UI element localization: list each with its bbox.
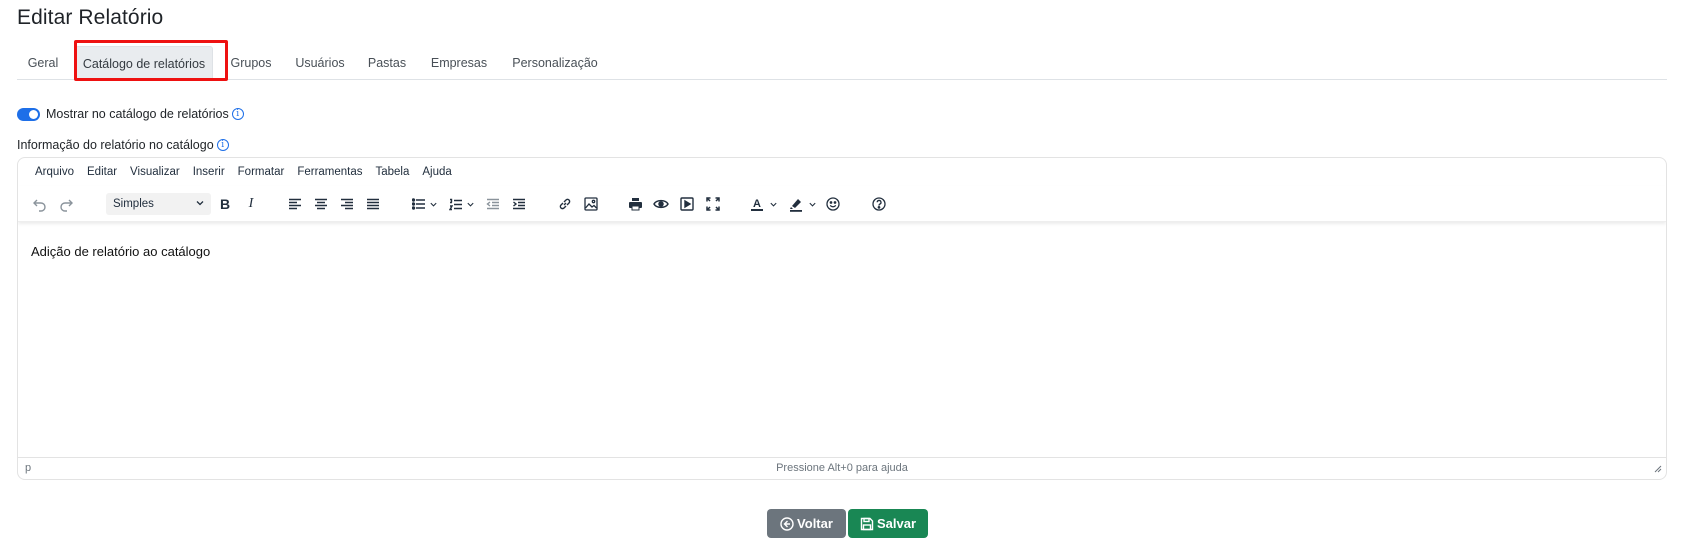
menu-arquivo[interactable]: Arquivo xyxy=(35,166,74,178)
info-icon[interactable]: i xyxy=(216,139,229,151)
chevron-down-icon[interactable] xyxy=(428,194,438,214)
tab-geral[interactable]: Geral xyxy=(17,46,69,80)
chevron-down-icon[interactable] xyxy=(768,194,778,214)
tab-grupos[interactable]: Grupos xyxy=(223,46,279,80)
save-button[interactable]: Salvar xyxy=(848,509,928,538)
align-right-icon[interactable] xyxy=(337,194,357,214)
catalog-toggle-label: Mostrar no catálogo de relatórios xyxy=(46,107,229,121)
block-format-value: Simples xyxy=(113,198,154,210)
editor-statusbar: p Pressione Alt+0 para ajuda xyxy=(18,457,1666,479)
bold-icon[interactable]: B xyxy=(215,194,235,214)
catalog-toggle-switch[interactable] xyxy=(17,107,40,121)
tab-usuarios[interactable]: Usuários xyxy=(289,46,351,80)
outdent-icon[interactable] xyxy=(483,194,503,214)
tab-catalogo-de-relatorios[interactable]: Catálogo de relatórios xyxy=(75,46,213,80)
preview-eye-icon[interactable] xyxy=(651,194,671,214)
bullet-list-icon[interactable] xyxy=(409,194,429,214)
menu-tabela[interactable]: Tabela xyxy=(376,166,410,178)
resize-handle-icon[interactable] xyxy=(1654,464,1662,476)
chevron-down-icon xyxy=(195,198,205,211)
image-icon[interactable] xyxy=(581,194,601,214)
align-center-icon[interactable] xyxy=(311,194,331,214)
arrow-left-circle-icon xyxy=(780,516,794,531)
align-left-icon[interactable] xyxy=(285,194,305,214)
print-icon[interactable] xyxy=(625,194,645,214)
help-icon[interactable] xyxy=(869,194,889,214)
editor-content-area[interactable]: Adição de relatório ao catálogo xyxy=(18,222,1666,456)
highlight-color-icon[interactable] xyxy=(786,194,806,214)
tab-pastas[interactable]: Pastas xyxy=(359,46,415,80)
italic-icon[interactable]: I xyxy=(241,194,261,214)
rich-text-editor: Arquivo Editar Visualizar Inserir Format… xyxy=(17,157,1667,480)
help-hint: Pressione Alt+0 para ajuda xyxy=(776,462,908,474)
menu-editar[interactable]: Editar xyxy=(87,166,117,178)
emoji-icon[interactable] xyxy=(823,194,843,214)
info-icon[interactable]: i xyxy=(231,108,244,120)
indent-icon[interactable] xyxy=(509,194,529,214)
back-button[interactable]: Voltar xyxy=(767,509,846,538)
menu-ferramentas[interactable]: Ferramentas xyxy=(297,166,362,178)
editor-menubar: Arquivo Editar Visualizar Inserir Format… xyxy=(18,158,1666,186)
editor-field-label: Informação do relatório no catálogo i xyxy=(17,138,229,152)
tab-empresas[interactable]: Empresas xyxy=(425,46,493,80)
editor-toolbar: Simples B I A xyxy=(18,186,1666,222)
menu-visualizar[interactable]: Visualizar xyxy=(130,166,180,178)
catalog-toggle-row: Mostrar no catálogo de relatórios i xyxy=(17,105,244,123)
block-format-select[interactable]: Simples xyxy=(106,193,211,215)
text-color-icon[interactable]: A xyxy=(747,194,767,214)
tab-personalizacao[interactable]: Personalização xyxy=(503,46,607,80)
redo-icon[interactable] xyxy=(56,194,76,214)
media-icon[interactable] xyxy=(677,194,697,214)
chevron-down-icon[interactable] xyxy=(807,194,817,214)
chevron-down-icon[interactable] xyxy=(465,194,475,214)
editor-content-paragraph[interactable]: Adição de relatório ao catálogo xyxy=(31,244,1653,259)
numbered-list-icon[interactable] xyxy=(446,194,466,214)
back-button-label: Voltar xyxy=(797,516,833,531)
editor-field-label-text: Informação do relatório no catálogo xyxy=(17,138,214,152)
link-icon[interactable] xyxy=(555,194,575,214)
save-button-label: Salvar xyxy=(876,516,917,531)
menu-ajuda[interactable]: Ajuda xyxy=(422,166,451,178)
page-title: Editar Relatório xyxy=(17,6,164,29)
menu-inserir[interactable]: Inserir xyxy=(193,166,225,178)
svg-text:A: A xyxy=(753,198,761,210)
fullscreen-icon[interactable] xyxy=(703,194,723,214)
save-floppy-icon xyxy=(860,517,874,531)
undo-icon[interactable] xyxy=(30,194,50,214)
align-justify-icon[interactable] xyxy=(363,194,383,214)
tab-bar: Geral Catálogo de relatórios Grupos Usuá… xyxy=(17,46,1667,80)
menu-formatar[interactable]: Formatar xyxy=(238,166,285,178)
